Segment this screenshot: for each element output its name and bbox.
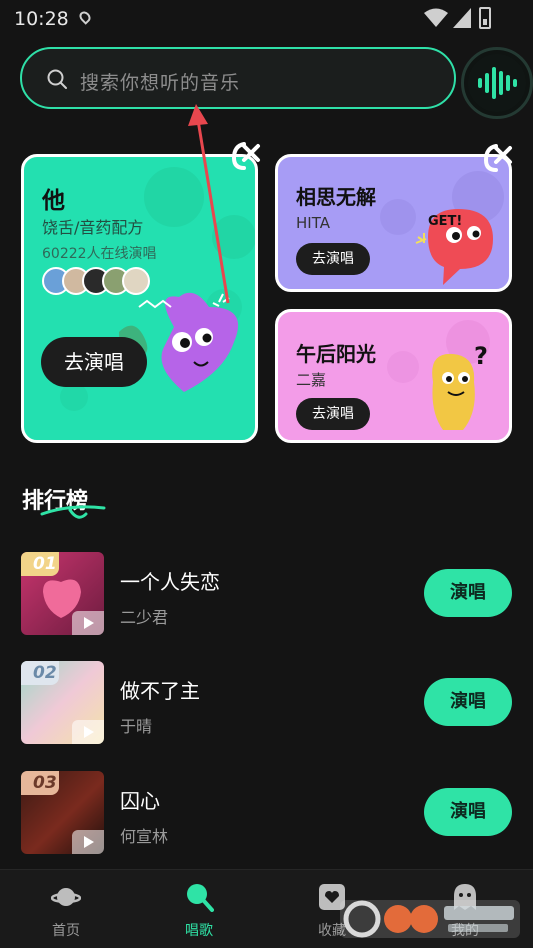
song-cover[interactable]: 03 [21, 771, 104, 854]
hook-decoration-icon [483, 144, 512, 172]
featured-b-subtitle: 二嘉 [296, 371, 327, 389]
nav-item-home[interactable]: 首页 [21, 870, 111, 948]
sing-button[interactable]: 去演唱 [296, 398, 370, 430]
song-artist: 何宣林 [120, 827, 169, 846]
ranking-row[interactable]: 02 做不了主 于晴 演唱 [21, 661, 512, 745]
featured-a-title: 相思无解 [296, 185, 376, 209]
hook-decoration-icon [231, 142, 260, 170]
song-title: 一个人失恋 [120, 570, 220, 594]
voice-search-button[interactable] [461, 47, 533, 119]
ranking-row[interactable]: 03 囚心 何宣林 演唱 [21, 771, 512, 855]
featured-a-subtitle: HITA [296, 214, 330, 232]
rank-badge: 02 [21, 661, 59, 685]
signal-icon [453, 8, 471, 28]
svg-text:GET!: GET! [428, 214, 462, 229]
play-icon[interactable] [72, 720, 104, 744]
featured-card-wuhou[interactable]: ? 午后阳光 二嘉 去演唱 [275, 309, 512, 443]
featured-main-title: 他 [42, 188, 65, 214]
search-bar[interactable]: 搜索你想听的音乐 [20, 47, 456, 109]
featured-card-main[interactable]: 他 饶舌/音药配方 60222人在线演唱 去演唱 [21, 154, 258, 443]
wifi-icon [424, 8, 448, 27]
sing-button[interactable]: 演唱 [424, 788, 512, 836]
avatar [122, 267, 150, 295]
sing-button[interactable]: 演唱 [424, 678, 512, 726]
battery-icon [479, 7, 491, 29]
nav-label: 首页 [52, 923, 80, 939]
nav-item-sing[interactable]: 唱歌 [154, 870, 244, 948]
sing-button[interactable]: 演唱 [424, 569, 512, 617]
rank-badge: 01 [21, 552, 59, 576]
status-bar: 10:28 [0, 0, 533, 36]
watermark-logo [340, 900, 520, 938]
ranking-underline-decoration [40, 505, 106, 519]
search-icon [47, 69, 67, 89]
song-cover[interactable]: 01 [21, 552, 104, 635]
sing-button[interactable]: 去演唱 [296, 243, 370, 275]
nav-label: 唱歌 [185, 923, 213, 939]
online-count: 60222人在线演唱 [42, 246, 157, 262]
song-title: 做不了主 [120, 679, 200, 703]
status-time: 10:28 [14, 8, 69, 30]
featured-main-subtitle: 饶舌/音药配方 [42, 218, 144, 237]
ranking-row[interactable]: 01 一个人失恋 二少君 演唱 [21, 552, 512, 636]
svg-text:?: ? [474, 342, 488, 370]
location-icon [77, 9, 93, 25]
rank-badge: 03 [21, 771, 59, 795]
planet-icon [51, 888, 81, 906]
play-icon[interactable] [72, 611, 104, 635]
song-artist: 二少君 [120, 608, 169, 627]
song-artist: 于晴 [120, 717, 153, 736]
avatar-group [42, 267, 172, 295]
song-cover[interactable]: 02 [21, 661, 104, 744]
soundwave-icon [478, 67, 517, 99]
search-placeholder: 搜索你想听的音乐 [80, 72, 241, 94]
play-icon[interactable] [72, 830, 104, 854]
microphone-icon [187, 884, 214, 912]
song-title: 囚心 [120, 789, 160, 813]
sing-now-button[interactable]: 去演唱 [41, 337, 147, 387]
featured-b-title: 午后阳光 [296, 342, 376, 366]
